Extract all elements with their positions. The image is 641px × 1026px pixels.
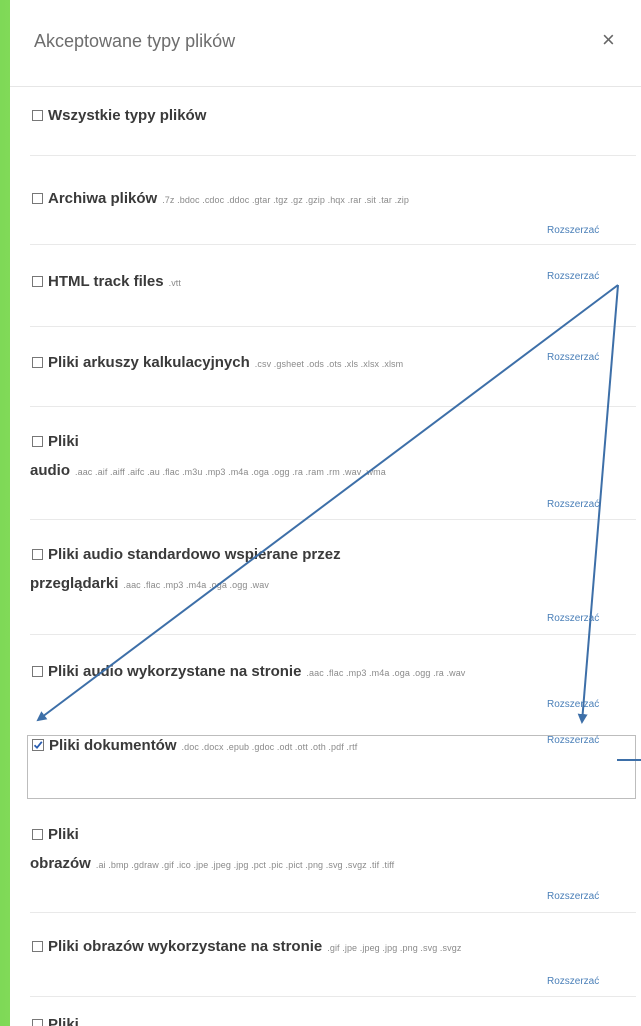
group-extensions: .gif .jpe .jpeg .jpg .png .svg .svgz <box>327 943 462 953</box>
group-title: Archiwa plików <box>48 190 158 207</box>
group-title: Pliki audio wykorzystane na stronie <box>48 663 302 680</box>
group-title: Pliki obrazów wykorzystane na stronie <box>48 938 323 955</box>
divider <box>30 634 636 635</box>
group-audio[interactable]: Pliki <box>32 433 79 451</box>
close-icon[interactable]: × <box>602 27 615 53</box>
checkbox[interactable] <box>32 666 43 677</box>
group-extensions: .aac .flac .mp3 .m4a .oga .ogg .ra .wav <box>306 668 466 678</box>
divider <box>30 244 636 245</box>
group-title: Pliki <box>48 433 79 450</box>
checkbox[interactable] <box>32 193 43 204</box>
group-images[interactable]: Pliki <box>32 826 79 844</box>
group-extensions: .aac .aif .aiff .aifc .au .flac .m3u .mp… <box>75 467 386 477</box>
expand-link[interactable]: Rozszerzać <box>547 613 599 624</box>
group-title: Pliki <box>48 1016 79 1026</box>
group-title-cont: audio <box>30 462 70 479</box>
group-title-cont: przeglądarki <box>30 575 119 592</box>
expand-link[interactable]: Rozszerzać <box>547 735 599 746</box>
group-audio-site[interactable]: Pliki audio wykorzystane na stronie .aac … <box>32 663 465 681</box>
expand-link[interactable]: Rozszerzać <box>547 271 599 282</box>
file-types-dialog: Akceptowane typy plików × Wszystkie typy… <box>10 0 641 1026</box>
group-images-line2: obrazów .ai .bmp .gdraw .gif .ico .jpe .j… <box>30 855 394 873</box>
checkbox[interactable] <box>32 941 43 952</box>
group-title: Pliki dokumentów <box>49 737 177 754</box>
group-title: HTML track files <box>48 273 164 290</box>
group-documents[interactable]: Pliki dokumentów .doc .docx .epub .gdoc .… <box>32 737 357 755</box>
group-archives[interactable]: Archiwa plików .7z .bdoc .cdoc .ddoc .gta… <box>32 190 409 208</box>
checkbox[interactable] <box>32 276 43 287</box>
divider <box>30 912 636 913</box>
group-title: Pliki <box>48 826 79 843</box>
group-spreadsheets[interactable]: Pliki arkuszy kalkulacyjnych .csv .gsheet… <box>32 354 403 372</box>
divider <box>30 155 636 156</box>
group-title: Pliki audio standardowo wspierane przez <box>48 546 341 563</box>
group-images-site[interactable]: Pliki obrazów wykorzystane na stronie .gi… <box>32 938 461 956</box>
group-title: Wszystkie typy plików <box>48 107 207 124</box>
group-extensions: .aac .flac .mp3 .m4a .oga .ogg .wav <box>123 580 269 590</box>
group-audio-browser[interactable]: Pliki audio standardowo wspierane przez <box>32 546 341 564</box>
checkbox[interactable] <box>32 436 43 447</box>
group-extensions: .7z .bdoc .cdoc .ddoc .gtar .tgz .gz .gz… <box>162 195 410 205</box>
divider <box>30 996 636 997</box>
expand-link[interactable]: Rozszerzać <box>547 891 599 902</box>
divider <box>30 519 636 520</box>
group-all-types[interactable]: Wszystkie typy plików <box>32 107 206 125</box>
divider <box>30 326 636 327</box>
group-extensions: .ai .bmp .gdraw .gif .ico .jpe .jpeg .jp… <box>95 860 395 870</box>
group-audio-line2: audio .aac .aif .aiff .aifc .au .flac .m3… <box>30 462 386 480</box>
group-audio-browser-line2: przeglądarki .aac .flac .mp3 .m4a .oga .o… <box>30 575 269 593</box>
expand-link[interactable]: Rozszerzać <box>547 499 599 510</box>
group-extensions: .vtt <box>168 278 181 288</box>
checkbox[interactable] <box>32 549 43 560</box>
group-title: Pliki arkuszy kalkulacyjnych <box>48 354 250 371</box>
group-partial[interactable]: Pliki <box>32 1016 79 1026</box>
group-title-cont: obrazów <box>30 855 91 872</box>
checkbox[interactable] <box>32 829 43 840</box>
dialog-header: Akceptowane typy plików × <box>10 0 641 87</box>
expand-link[interactable]: Rozszerzać <box>547 699 599 710</box>
expand-link[interactable]: Rozszerzać <box>547 976 599 987</box>
divider <box>30 406 636 407</box>
dialog-title: Akceptowane typy plików <box>34 31 236 51</box>
group-extensions: .doc .docx .epub .gdoc .odt .ott .oth .p… <box>181 742 358 752</box>
checkbox[interactable] <box>32 1019 43 1026</box>
group-html-track[interactable]: HTML track files .vtt <box>32 273 181 291</box>
group-extensions: .csv .gsheet .ods .ots .xls .xlsx .xlsm <box>254 359 404 369</box>
expand-link[interactable]: Rozszerzać <box>547 225 599 236</box>
expand-link[interactable]: Rozszerzać <box>547 352 599 363</box>
checkbox[interactable] <box>32 110 43 121</box>
checkbox-checked[interactable] <box>32 738 44 751</box>
checkbox[interactable] <box>32 357 43 368</box>
